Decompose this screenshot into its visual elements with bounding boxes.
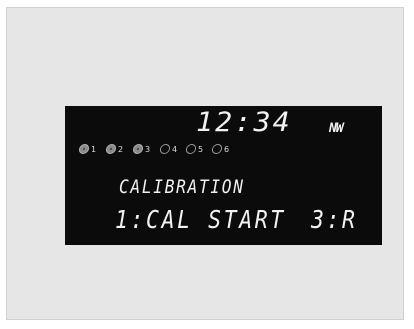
disc-number: 1 [91,145,97,154]
disc-icon [105,144,117,154]
display-line-2-right: 3:R [311,205,358,234]
disc-icon [159,144,171,154]
disc-icon [132,144,144,154]
disc-number: 5 [198,145,204,154]
disc-number: 2 [118,145,124,154]
disc-number: 6 [224,145,230,154]
disc-2-indicator: 2 [105,143,134,159]
disc-icon [211,144,223,154]
disc-4-indicator: 4 [159,143,188,159]
disc-3-indicator: 3 [132,143,161,159]
disc-number: 4 [172,145,178,154]
lcd-display: 12:34 NW 1 2 3 4 5 6 CALIBRATION 1:CAL S… [65,106,382,245]
device-panel: 12:34 NW 1 2 3 4 5 6 CALIBRATION 1:CAL S… [6,7,404,320]
clock-readout: 12:34 [196,107,292,138]
disc-6-indicator: 6 [211,143,240,159]
display-line-1: CALIBRATION [119,176,245,198]
nw-indicator: NW [329,121,344,136]
display-line-2-left: 1:CAL START [115,205,286,234]
disc-5-indicator: 5 [185,143,214,159]
disc-icon [185,144,197,154]
disc-number: 3 [145,145,151,154]
disc-1-indicator: 1 [78,143,107,159]
disc-icon [78,144,90,154]
